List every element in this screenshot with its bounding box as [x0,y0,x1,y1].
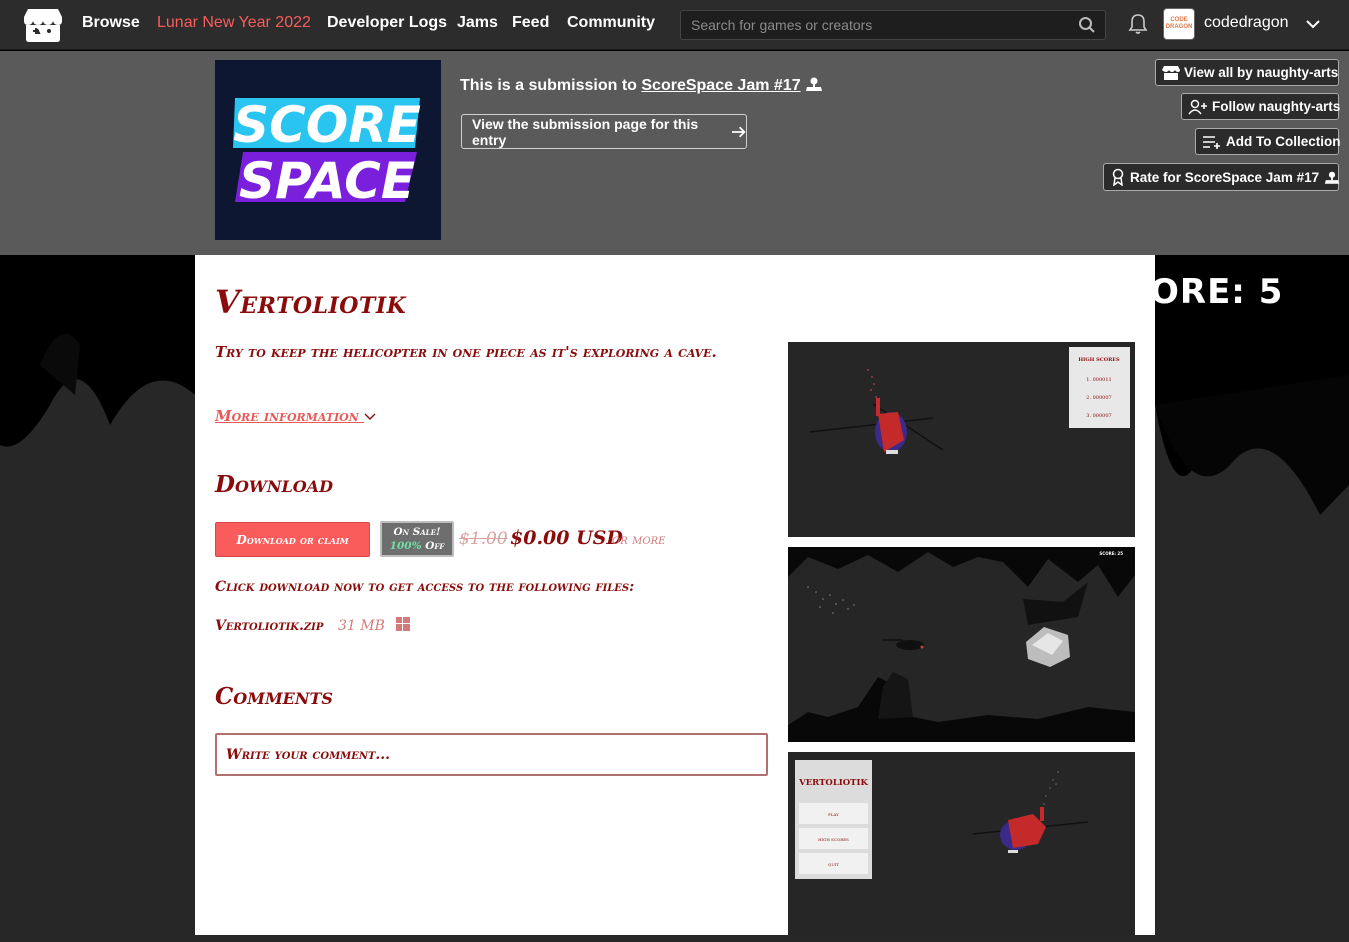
itchio-store-icon [1162,65,1180,80]
nav-browse-link[interactable]: Browse [82,14,140,32]
more-information-toggle[interactable]: More information [215,407,376,425]
follow-author-button[interactable]: Follow naughty-arts [1181,93,1341,120]
sale-badge-line1: On Sale! [393,526,441,538]
rate-for-jam-button[interactable]: Rate for ScoreSpace Jam #17 [1103,163,1340,191]
follow-label: Follow naughty-arts [1212,99,1341,114]
nav-community-link[interactable]: Community [567,14,655,32]
svg-text:1. 000011: 1. 000011 [1086,377,1111,383]
arrow-right-icon [731,126,746,137]
submission-page-label: View the submission page for this entry [472,115,699,148]
nav-jams-link[interactable]: Jams [457,14,498,32]
rate-label: Rate for ScoreSpace Jam #17 [1130,169,1320,185]
comment-box [215,733,768,776]
download-heading: Download [215,471,333,498]
view-all-label: View all by naughty-arts [1184,65,1339,80]
original-price: $1.00 [459,529,508,549]
add-user-icon [1188,99,1207,114]
joystick-icon [1324,171,1340,184]
add-to-collection-button[interactable]: Add To Collection [1195,128,1341,155]
file-name: Vertoliotik.zip [215,618,324,634]
chevron-down-icon[interactable] [1304,15,1322,33]
joystick-icon [806,77,823,91]
award-ribbon-icon [1112,168,1124,186]
main-menu-graphic: VERTOLIOTIK PLAY HIGH SCORES QUIT [788,752,1135,935]
svg-text:PLAY: PLAY [828,812,839,817]
chevron-down-icon [364,413,376,420]
svg-text:SCORE: SCORE [233,96,421,154]
download-instructions: Click download now to get access to the … [215,579,635,595]
game-page-column: Vertoliotik Try to keep the helicopter i… [195,255,1155,935]
game-description: Try to keep the helicopter in one piece … [215,343,717,361]
sale-badge-line2: 100% Off [382,539,452,553]
sale-off-label: Off [425,540,445,552]
cave-flight-graphic: SCORE: 25 [788,547,1135,742]
svg-text:HIGH SCORES: HIGH SCORES [1078,357,1120,363]
svg-text:3. 000007: 3. 000007 [1086,413,1111,419]
nav-developer-logs-link[interactable]: Developer Logs [327,14,447,32]
username-label[interactable]: codedragon [1204,14,1289,32]
svg-text:QUIT: QUIT [828,862,839,867]
sale-price: $0.00 USD [510,527,623,549]
background-score-text: ORE: 5 [1150,272,1284,312]
notification-bell-icon[interactable] [1128,13,1148,35]
helicopter-high-scores-graphic: HIGH SCORES 1. 000011 2. 000007 3. 00000… [788,342,1135,537]
scorespace-jam-logo[interactable]: SCORE SPACE [215,60,441,240]
svg-text:SCORE: 25: SCORE: 25 [1099,551,1123,556]
screenshot-2[interactable]: SCORE: 25 [788,547,1135,742]
add-to-list-icon [1203,135,1220,149]
submission-prefix: This is a submission to [460,77,637,94]
sale-badge: On Sale! 100% Off [380,521,454,557]
itchio-logo-icon[interactable] [22,7,64,43]
jam-submission-text: This is a submission to ScoreSpace Jam #… [460,76,823,95]
search-icon[interactable] [1078,16,1096,34]
comments-heading: Comments [215,683,333,710]
svg-text:SPACE: SPACE [239,152,415,210]
windows-icon [396,617,410,631]
svg-text:VERTOLIOTIK: VERTOLIOTIK [798,778,868,788]
svg-text:HIGH SCORES: HIGH SCORES [818,837,849,842]
screenshot-1[interactable]: HIGH SCORES 1. 000011 2. 000007 3. 00000… [788,342,1135,537]
more-information-label: More information [215,407,359,425]
sale-percent: 100% [389,540,422,552]
add-collection-label: Add To Collection [1226,134,1341,149]
nav-feed-link[interactable]: Feed [512,14,549,32]
search-box [680,10,1106,40]
comment-input[interactable] [217,735,766,774]
game-title: Vertoliotik [215,283,407,321]
file-size: 31 MB [338,618,385,634]
view-all-by-author-button[interactable]: View all by naughty-arts [1155,59,1339,86]
jam-banner: SCORE SPACE This is a submission to Scor… [0,51,1349,255]
user-avatar[interactable]: CODE DRAGON [1163,8,1195,40]
search-input[interactable] [681,11,1105,39]
download-or-claim-button[interactable]: Download or claim [215,522,370,557]
view-submission-page-button[interactable]: View the submission page for this entry [461,114,747,149]
top-navigation-bar: Browse Lunar New Year 2022 Developer Log… [0,0,1349,50]
or-more-label: or more [612,532,666,548]
svg-text:2. 000007: 2. 000007 [1086,395,1111,401]
jam-name-link[interactable]: ScoreSpace Jam #17 [641,77,800,94]
nav-lunar-new-year-link[interactable]: Lunar New Year 2022 [157,14,311,32]
screenshot-3[interactable]: VERTOLIOTIK PLAY HIGH SCORES QUIT [788,752,1135,935]
scorespace-logo-graphic: SCORE SPACE [233,96,421,210]
